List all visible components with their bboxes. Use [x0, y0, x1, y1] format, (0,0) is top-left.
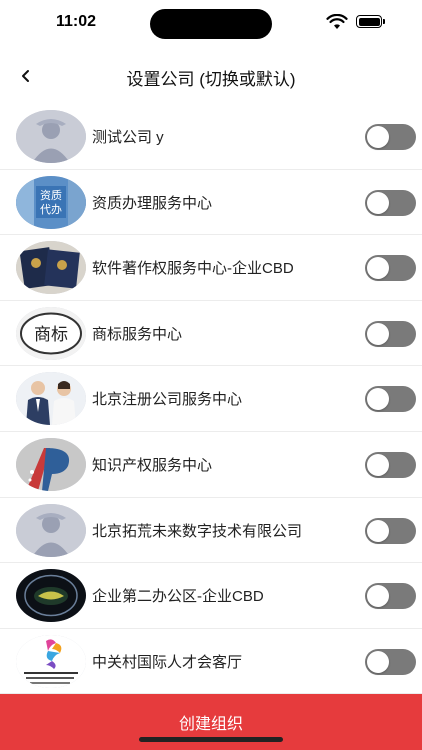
default-person-icon	[16, 503, 86, 557]
company-name: 知识产权服务中心	[92, 456, 213, 474]
company-list: 测试公司 y 资质 代办 资质办理服务中心 软件著作权服务中心-企业CBD 商标…	[0, 104, 422, 695]
battery-icon	[356, 15, 385, 28]
list-item[interactable]: 企业第二办公区-企业CBD	[0, 563, 422, 629]
default-toggle[interactable]	[365, 451, 416, 478]
toggle-knob	[367, 126, 389, 148]
list-item[interactable]: 知识产权服务中心	[0, 432, 422, 498]
page-title: 设置公司 (切换或默认)	[126, 70, 296, 89]
create-organization-label: 创建组织	[178, 716, 243, 733]
toggle-knob	[367, 519, 389, 542]
qualification-logo: 资质 代办	[16, 175, 86, 229]
toggle-knob	[367, 453, 389, 476]
toggle-knob	[367, 388, 389, 411]
default-toggle[interactable]	[365, 124, 416, 150]
toggle-knob	[367, 585, 389, 608]
company-name: 软件著作权服务中心-企业CBD	[92, 260, 294, 278]
svg-text:代办: 代办	[40, 203, 62, 216]
list-item[interactable]: 中关村国际人才会客厅	[0, 629, 422, 695]
certificate-books-logo	[16, 241, 86, 295]
status-time: 11:02	[56, 13, 97, 30]
home-indicator	[139, 737, 283, 742]
list-item[interactable]: 软件著作权服务中心-企业CBD	[0, 235, 422, 301]
list-item[interactable]: 测试公司 y	[0, 104, 422, 170]
svg-text:资质: 资质	[40, 189, 62, 202]
status-bar: 11:02	[0, 0, 422, 50]
toggle-knob	[367, 322, 389, 345]
toggle-knob	[367, 650, 389, 673]
default-person-icon	[16, 110, 86, 163]
toggle-knob	[367, 191, 389, 214]
company-name: 企业第二办公区-企业CBD	[92, 588, 264, 606]
nav-bar: 设置公司 (切换或默认)	[0, 50, 422, 102]
default-toggle[interactable]	[365, 648, 416, 675]
company-name: 中关村国际人才会客厅	[92, 653, 243, 671]
dynamic-island	[150, 9, 272, 39]
svg-text:商标: 商标	[34, 325, 68, 345]
default-toggle[interactable]	[365, 189, 416, 216]
company-name: 测试公司 y	[92, 129, 164, 146]
list-item[interactable]: 资质 代办 资质办理服务中心	[0, 170, 422, 236]
default-toggle[interactable]	[365, 583, 416, 610]
default-toggle[interactable]	[365, 320, 416, 347]
company-name: 资质办理服务中心	[92, 194, 213, 212]
dark-badge-logo	[16, 569, 86, 623]
business-people-logo	[16, 372, 86, 426]
default-toggle[interactable]	[365, 255, 416, 282]
default-toggle[interactable]	[365, 517, 416, 544]
company-name: 商标服务中心	[92, 325, 183, 343]
default-toggle[interactable]	[365, 386, 416, 413]
list-item[interactable]: 北京拓荒未来数字技术有限公司	[0, 498, 422, 564]
wifi-icon	[326, 14, 348, 29]
ip-logo	[16, 437, 86, 491]
company-name: 北京拓荒未来数字技术有限公司	[92, 522, 303, 540]
zpark-logo	[16, 634, 86, 688]
company-name: 北京注册公司服务中心	[92, 391, 243, 409]
trademark-logo: 商标	[16, 306, 86, 360]
list-item[interactable]: 北京注册公司服务中心	[0, 366, 422, 432]
list-item[interactable]: 商标 商标服务中心	[0, 301, 422, 367]
toggle-knob	[367, 257, 389, 280]
